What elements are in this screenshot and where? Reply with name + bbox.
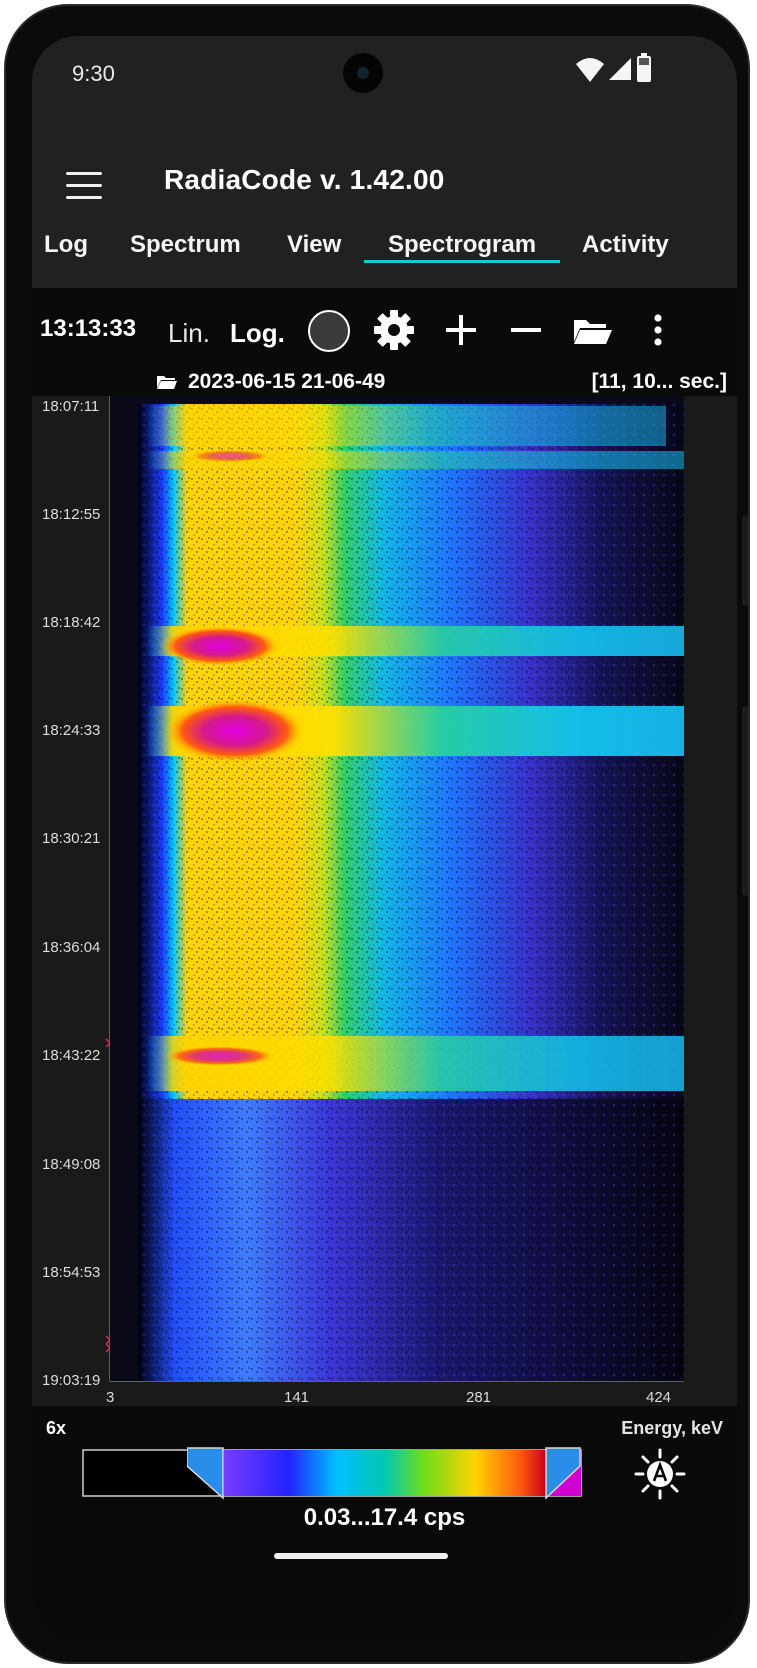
record-circle-icon[interactable] — [308, 310, 350, 352]
tab-spectrum[interactable]: Spectrum — [130, 231, 241, 259]
legend-panel: 6x Energy, keV 0.03...17.4 cps — [32, 1406, 737, 1644]
screen: 9:30 RadiaCode v. 1.42.00 Log Spectrum V… — [32, 36, 737, 1644]
time-range-label: [11, 10... sec.] — [591, 370, 727, 393]
status-time: 9:30 — [72, 61, 115, 86]
wifi-icon — [576, 58, 604, 82]
x-tick-label: 424 — [646, 1389, 672, 1406]
app-bar: RadiaCode v. 1.42.00 — [32, 108, 737, 212]
x-tick-label: 3 — [106, 1389, 115, 1406]
app-title: RadiaCode v. 1.42.00 — [164, 164, 445, 195]
toolbar-time: 13:13:33 — [40, 315, 137, 342]
file-bar: 2023-06-15 21-06-49 [11, 10... sec.] — [32, 366, 737, 396]
tab-activity[interactable]: Activity — [582, 231, 669, 259]
tab-spectrogram[interactable]: Spectrogram — [388, 231, 536, 259]
more-vert-icon[interactable] — [636, 308, 680, 352]
linear-scale-button[interactable]: Lin. — [168, 318, 210, 349]
x-tick-label: 141 — [284, 1389, 310, 1406]
phone-frame: 9:30 RadiaCode v. 1.42.00 Log Spectrum V… — [4, 4, 750, 1664]
log-scale-button[interactable]: Log. — [230, 318, 285, 349]
zoom-out-minus-icon[interactable] — [504, 308, 548, 352]
tab-bar: Log Spectrum View Spectrogram Activity — [32, 212, 737, 288]
auto-brightness-icon[interactable] — [634, 1448, 686, 1500]
range-max-handle[interactable] — [544, 1446, 582, 1500]
home-indicator[interactable] — [274, 1553, 448, 1559]
settings-gear-icon[interactable] — [372, 308, 416, 352]
battery-icon — [637, 53, 651, 82]
zoom-level: 6x — [46, 1418, 67, 1438]
open-folder-icon[interactable] — [570, 308, 614, 352]
power-button — [742, 516, 748, 606]
hamburger-menu-icon[interactable] — [64, 170, 104, 204]
front-camera — [343, 53, 383, 93]
folder-icon — [157, 376, 177, 389]
count-rate-range: 0.03...17.4 cps — [303, 1504, 466, 1531]
zoom-in-plus-icon[interactable] — [439, 308, 483, 352]
spectrogram-heatmap — [110, 396, 684, 1381]
toolbar: 13:13:33 Lin. Log. — [32, 288, 737, 366]
status-bar: 9:30 — [32, 36, 737, 108]
tab-view[interactable]: View — [287, 231, 341, 259]
signal-icon — [609, 58, 631, 80]
file-name: 2023-06-15 21-06-49 — [188, 370, 386, 393]
range-min-handle[interactable] — [187, 1446, 225, 1500]
spectrogram-plot[interactable]: 18:07:11 18:12:55 18:18:42 18:24:33 18:3… — [32, 396, 737, 1406]
x-tick-label: 281 — [466, 1389, 492, 1406]
volume-button — [742, 706, 748, 896]
color-scale-bar[interactable] — [82, 1448, 582, 1498]
active-tab-indicator — [364, 260, 560, 263]
x-axis-label: Energy, keV — [621, 1418, 723, 1438]
tab-log[interactable]: Log — [44, 231, 88, 259]
